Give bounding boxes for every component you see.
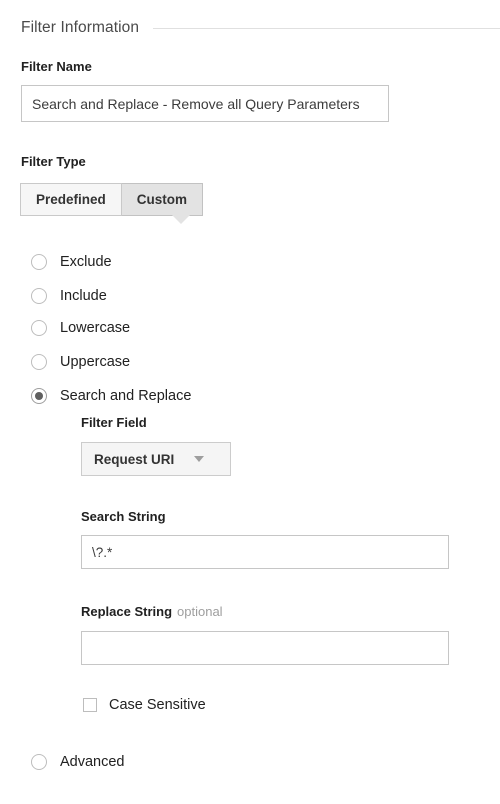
- filter-field-label: Filter Field: [81, 415, 147, 430]
- case-sensitive-checkbox-row[interactable]: Case Sensitive: [83, 697, 206, 713]
- radio-option-uppercase[interactable]: Uppercase: [31, 354, 130, 370]
- filter-field-dropdown[interactable]: Request URI: [81, 442, 231, 476]
- radio-label: Include: [60, 288, 107, 304]
- filter-name-input[interactable]: [21, 85, 389, 122]
- radio-option-include[interactable]: Include: [31, 288, 107, 304]
- search-string-label: Search String: [81, 509, 166, 524]
- radio-circle-icon: [31, 354, 47, 370]
- replace-string-label: Replace String optional: [81, 604, 223, 619]
- tab-custom[interactable]: Custom: [121, 183, 204, 216]
- radio-circle-icon: [31, 288, 47, 304]
- search-string-input[interactable]: [81, 535, 449, 569]
- radio-option-exclude[interactable]: Exclude: [31, 254, 112, 270]
- radio-label: Uppercase: [60, 354, 131, 370]
- radio-circle-icon: [31, 388, 47, 404]
- section-divider: [153, 27, 500, 29]
- section-header: Filter Information: [21, 19, 500, 37]
- radio-option-search-and-replace[interactable]: Search and Replace: [31, 388, 191, 404]
- tab-predefined[interactable]: Predefined: [20, 183, 122, 216]
- filter-name-label: Filter Name: [21, 59, 92, 74]
- radio-circle-icon: [31, 254, 47, 270]
- replace-string-optional-tag: optional: [177, 604, 223, 619]
- replace-string-label-text: Replace String: [81, 604, 173, 619]
- radio-option-advanced[interactable]: Advanced: [31, 754, 125, 770]
- filter-type-label: Filter Type: [21, 154, 86, 169]
- section-title: Filter Information: [21, 19, 140, 36]
- radio-circle-icon: [31, 754, 47, 770]
- radio-option-lowercase[interactable]: Lowercase: [31, 320, 130, 336]
- radio-label: Advanced: [60, 754, 125, 770]
- radio-label: Exclude: [60, 254, 112, 270]
- filter-type-tabs: Predefined Custom: [20, 183, 204, 216]
- selected-tab-caret-icon: [172, 215, 190, 224]
- checkbox-icon: [83, 698, 97, 712]
- radio-label: Search and Replace: [60, 388, 192, 404]
- replace-string-input[interactable]: [81, 631, 449, 665]
- radio-circle-icon: [31, 320, 47, 336]
- radio-label: Lowercase: [60, 320, 131, 336]
- case-sensitive-label: Case Sensitive: [109, 697, 206, 713]
- chevron-down-icon: [194, 456, 205, 462]
- filter-field-selected-value: Request URI: [94, 451, 175, 467]
